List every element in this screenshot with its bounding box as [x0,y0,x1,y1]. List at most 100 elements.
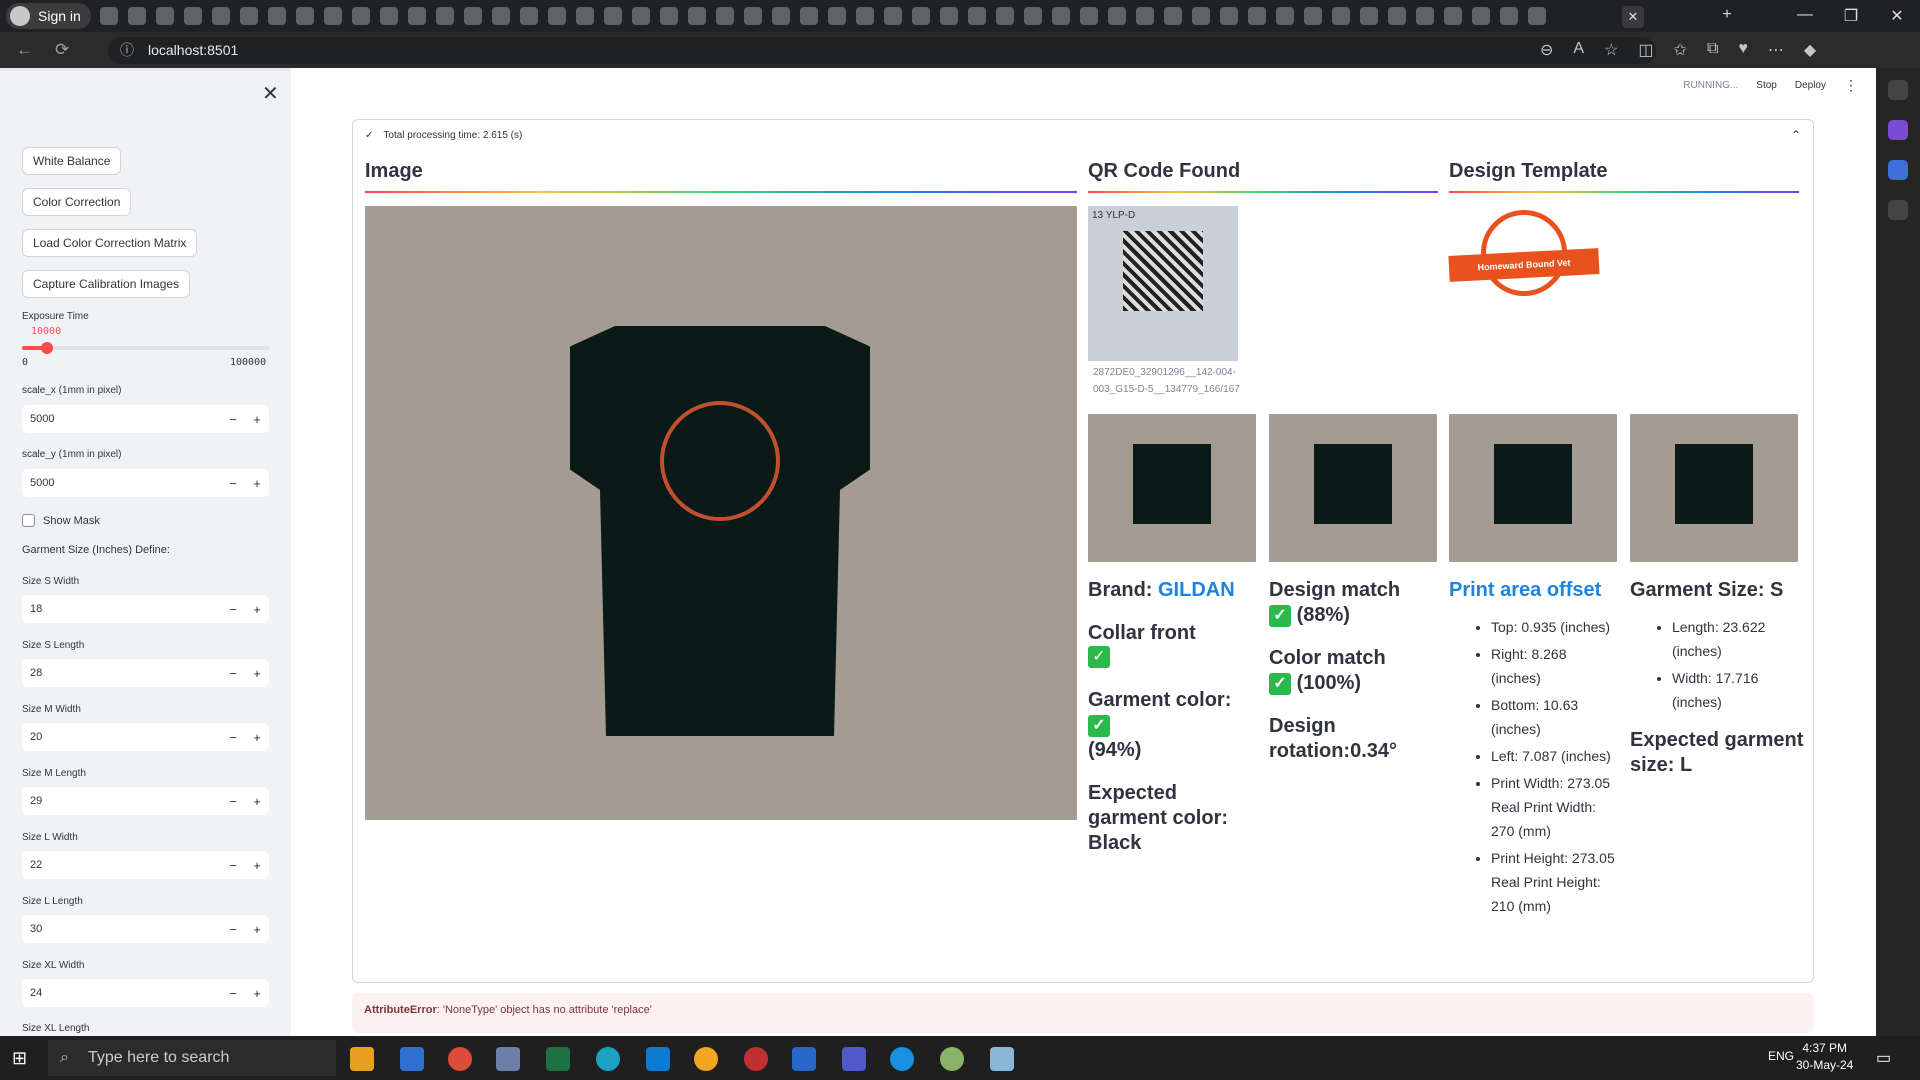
tab-icon[interactable] [604,7,622,25]
scale-x-input[interactable]: 5000− + [22,405,269,433]
size-l-length-input[interactable]: 30− + [22,915,269,943]
tab-icon[interactable] [156,7,174,25]
tab-icon[interactable] [380,7,398,25]
close-tab-icon[interactable]: ✕ [1622,6,1644,28]
decrement-button[interactable]: − [221,986,245,1001]
tab-icon[interactable] [128,7,146,25]
tab-icon[interactable] [772,7,790,25]
new-tab-icon[interactable]: + [1712,6,1742,24]
tab-icon[interactable] [1304,7,1322,25]
split-icon[interactable]: ◫ [1638,40,1653,60]
edge-icon[interactable] [596,1047,620,1071]
tab-icon[interactable] [884,7,902,25]
app-icon[interactable] [744,1047,768,1071]
tab-icon[interactable] [968,7,986,25]
search-icon[interactable] [1888,80,1908,100]
tab-icon[interactable] [268,7,286,25]
tab-icon[interactable] [1220,7,1238,25]
outlook-icon[interactable] [1888,160,1908,180]
tab-icon[interactable] [352,7,370,25]
tab-icon[interactable] [716,7,734,25]
increment-button[interactable]: + [245,986,269,1001]
app-icon[interactable] [990,1047,1014,1071]
tab-icon[interactable] [296,7,314,25]
tab-icon[interactable] [996,7,1014,25]
tab-icon[interactable] [940,7,958,25]
collections-icon[interactable]: ⧉ [1707,40,1718,60]
load-matrix-button[interactable]: Load Color Correction Matrix [22,229,198,257]
tab-icon[interactable] [184,7,202,25]
tab-icon[interactable] [744,7,762,25]
tab-icon[interactable] [100,7,118,25]
color-correction-button[interactable]: Color Correction [22,188,132,216]
decrement-button[interactable]: − [221,730,245,745]
copilot-icon[interactable]: ◆ [1804,40,1816,60]
notification-icon[interactable]: ▭ [1876,1048,1891,1068]
tab-icon[interactable] [324,7,342,25]
stop-button[interactable]: Stop [1756,80,1777,91]
tab-icon[interactable] [1528,7,1546,25]
windows-start-icon[interactable]: ⊞ [12,1048,32,1068]
teams-icon[interactable] [842,1047,866,1071]
main-menu-icon[interactable]: ⋮ [1844,77,1858,94]
size-s-width-input[interactable]: 18− + [22,595,269,623]
value[interactable]: 5000 [22,413,221,425]
decrement-button[interactable]: − [221,412,245,427]
info-icon[interactable]: ⓘ [120,37,134,64]
value[interactable]: 30 [22,923,221,935]
tab-icon[interactable] [408,7,426,25]
maximize-icon[interactable]: ❐ [1836,6,1866,26]
tab-icon[interactable] [1472,7,1490,25]
decrement-button[interactable]: − [221,922,245,937]
tab-icon[interactable] [212,7,230,25]
copilot-icon[interactable] [1888,120,1908,140]
close-window-icon[interactable]: ✕ [1882,6,1912,26]
decrement-button[interactable]: − [221,476,245,491]
value[interactable]: 28 [22,667,221,679]
tab-icon[interactable] [1416,7,1434,25]
slider-thumb[interactable] [40,342,53,354]
tab-icon[interactable] [688,7,706,25]
expander-header[interactable]: ✓ Total processing time: 2.615 (s) [365,130,522,141]
file-explorer-icon[interactable] [350,1047,374,1071]
tab-icon[interactable] [548,7,566,25]
refresh-icon[interactable]: ⟳ [55,40,69,60]
language-indicator[interactable]: ENG [1768,1049,1794,1063]
tab-icon[interactable] [1332,7,1350,25]
extensions-icon[interactable]: ♥ [1738,40,1748,60]
decrement-button[interactable]: − [221,666,245,681]
tab-icon[interactable] [632,7,650,25]
add-icon[interactable] [1888,200,1908,220]
scale-y-input[interactable]: 5000− + [22,469,269,497]
value[interactable]: 22 [22,859,221,871]
value[interactable]: 20 [22,731,221,743]
tab-icon[interactable] [912,7,930,25]
tab-icon[interactable] [1136,7,1154,25]
app-icon[interactable] [496,1047,520,1071]
tab-icon[interactable] [660,7,678,25]
zoom-icon[interactable]: ⊖ [1540,40,1553,60]
tab-icon[interactable] [1360,7,1378,25]
increment-button[interactable]: + [245,412,269,427]
value[interactable]: 24 [22,987,221,999]
increment-button[interactable]: + [245,922,269,937]
store-icon[interactable] [400,1047,424,1071]
tab-icon[interactable] [828,7,846,25]
tab-icon[interactable] [856,7,874,25]
profile-button[interactable]: Sign in [6,3,91,29]
increment-button[interactable]: + [245,858,269,873]
tab-icon[interactable] [1500,7,1518,25]
tab-icon[interactable] [1108,7,1126,25]
tab-icon[interactable] [436,7,454,25]
tab-icon[interactable] [1192,7,1210,25]
decrement-button[interactable]: − [221,858,245,873]
more-icon[interactable]: ⋯ [1768,40,1784,60]
tab-icon[interactable] [1024,7,1042,25]
tab-icon[interactable] [520,7,538,25]
size-m-width-input[interactable]: 20− + [22,723,269,751]
size-s-length-input[interactable]: 28− + [22,659,269,687]
app-icon[interactable] [792,1047,816,1071]
tab-icon[interactable] [576,7,594,25]
browser-tabs[interactable] [100,7,1546,25]
tab-icon[interactable] [1164,7,1182,25]
